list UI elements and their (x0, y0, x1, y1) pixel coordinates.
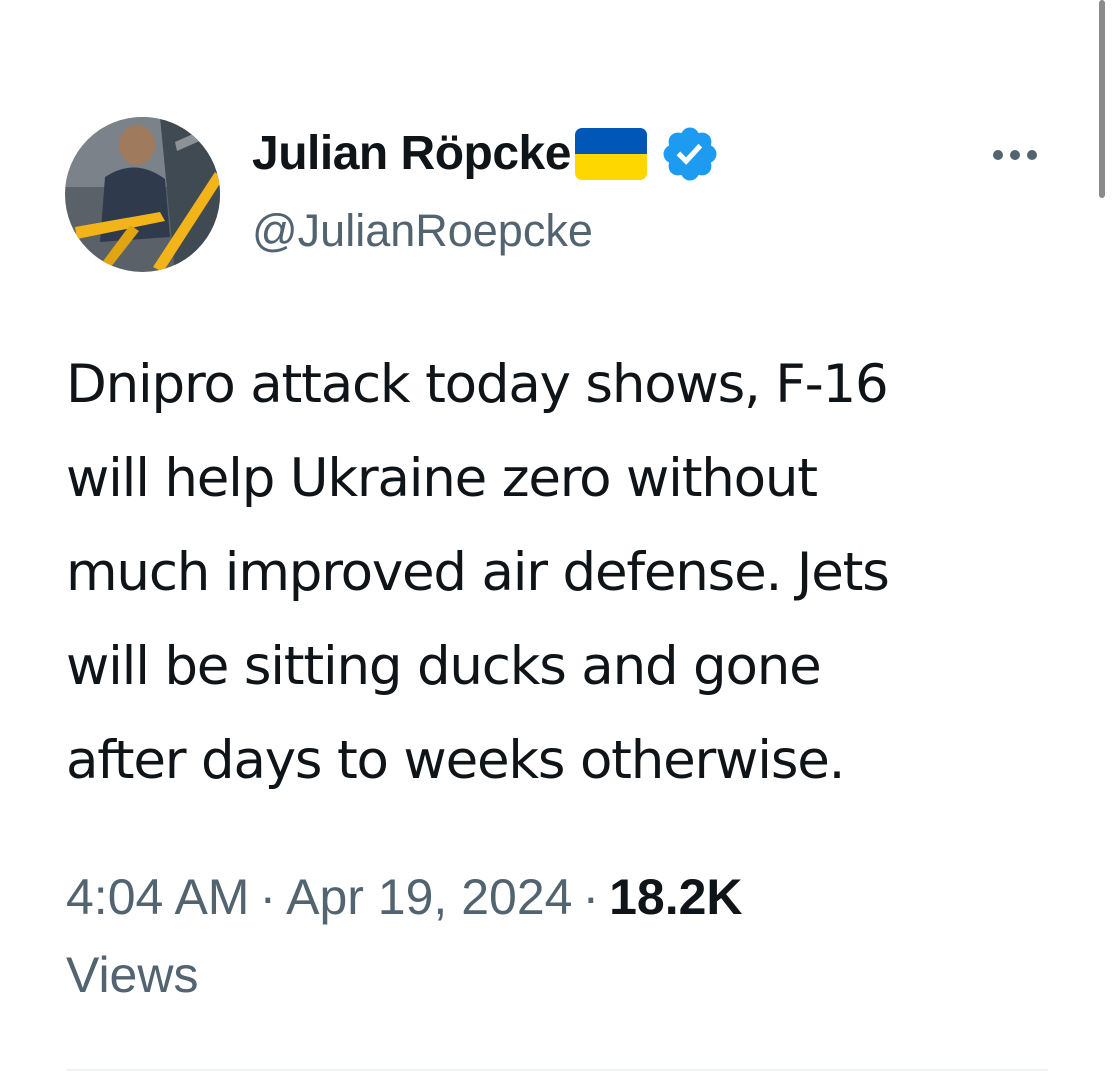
tweet-text-line: will be sitting ducks and gone (66, 636, 822, 697)
tweet-text-line: will help Ukraine zero without (66, 448, 818, 509)
tweet-text-line: much improved air defense. Jets (66, 542, 890, 603)
tweet-date[interactable]: Apr 19, 2024 (286, 869, 572, 925)
more-horizontal-icon (1010, 150, 1020, 160)
tweet-time[interactable]: 4:04 AM (66, 869, 249, 925)
avatar[interactable] (65, 117, 220, 272)
tweet-meta: 4:04 AM · Apr 19, 2024 · 18.2K Views (66, 858, 1056, 1014)
author-name-row: Julian Röpcke (252, 124, 721, 184)
more-horizontal-icon (993, 150, 1003, 160)
more-options-button[interactable] (976, 128, 1054, 182)
scrollbar[interactable] (1099, 0, 1105, 198)
views-count[interactable]: 18.2K (609, 869, 742, 925)
author-handle[interactable]: @JulianRoepcke (252, 201, 593, 261)
divider (66, 1069, 1048, 1071)
tweet-text-line: after days to weeks otherwise. (66, 730, 845, 791)
meta-separator: · (582, 869, 600, 925)
author-display-name[interactable]: Julian Röpcke (252, 124, 571, 184)
meta-separator: · (259, 869, 277, 925)
verified-badge-icon[interactable] (659, 123, 721, 185)
tweet-text: Dnipro attack today shows, F-16 will hel… (66, 338, 1056, 808)
views-label[interactable]: Views (66, 947, 198, 1003)
tweet-text-line: Dnipro attack today shows, F-16 (66, 354, 889, 415)
avatar-photo (65, 117, 220, 272)
more-horizontal-icon (1027, 150, 1037, 160)
ukraine-flag-icon (574, 128, 647, 180)
